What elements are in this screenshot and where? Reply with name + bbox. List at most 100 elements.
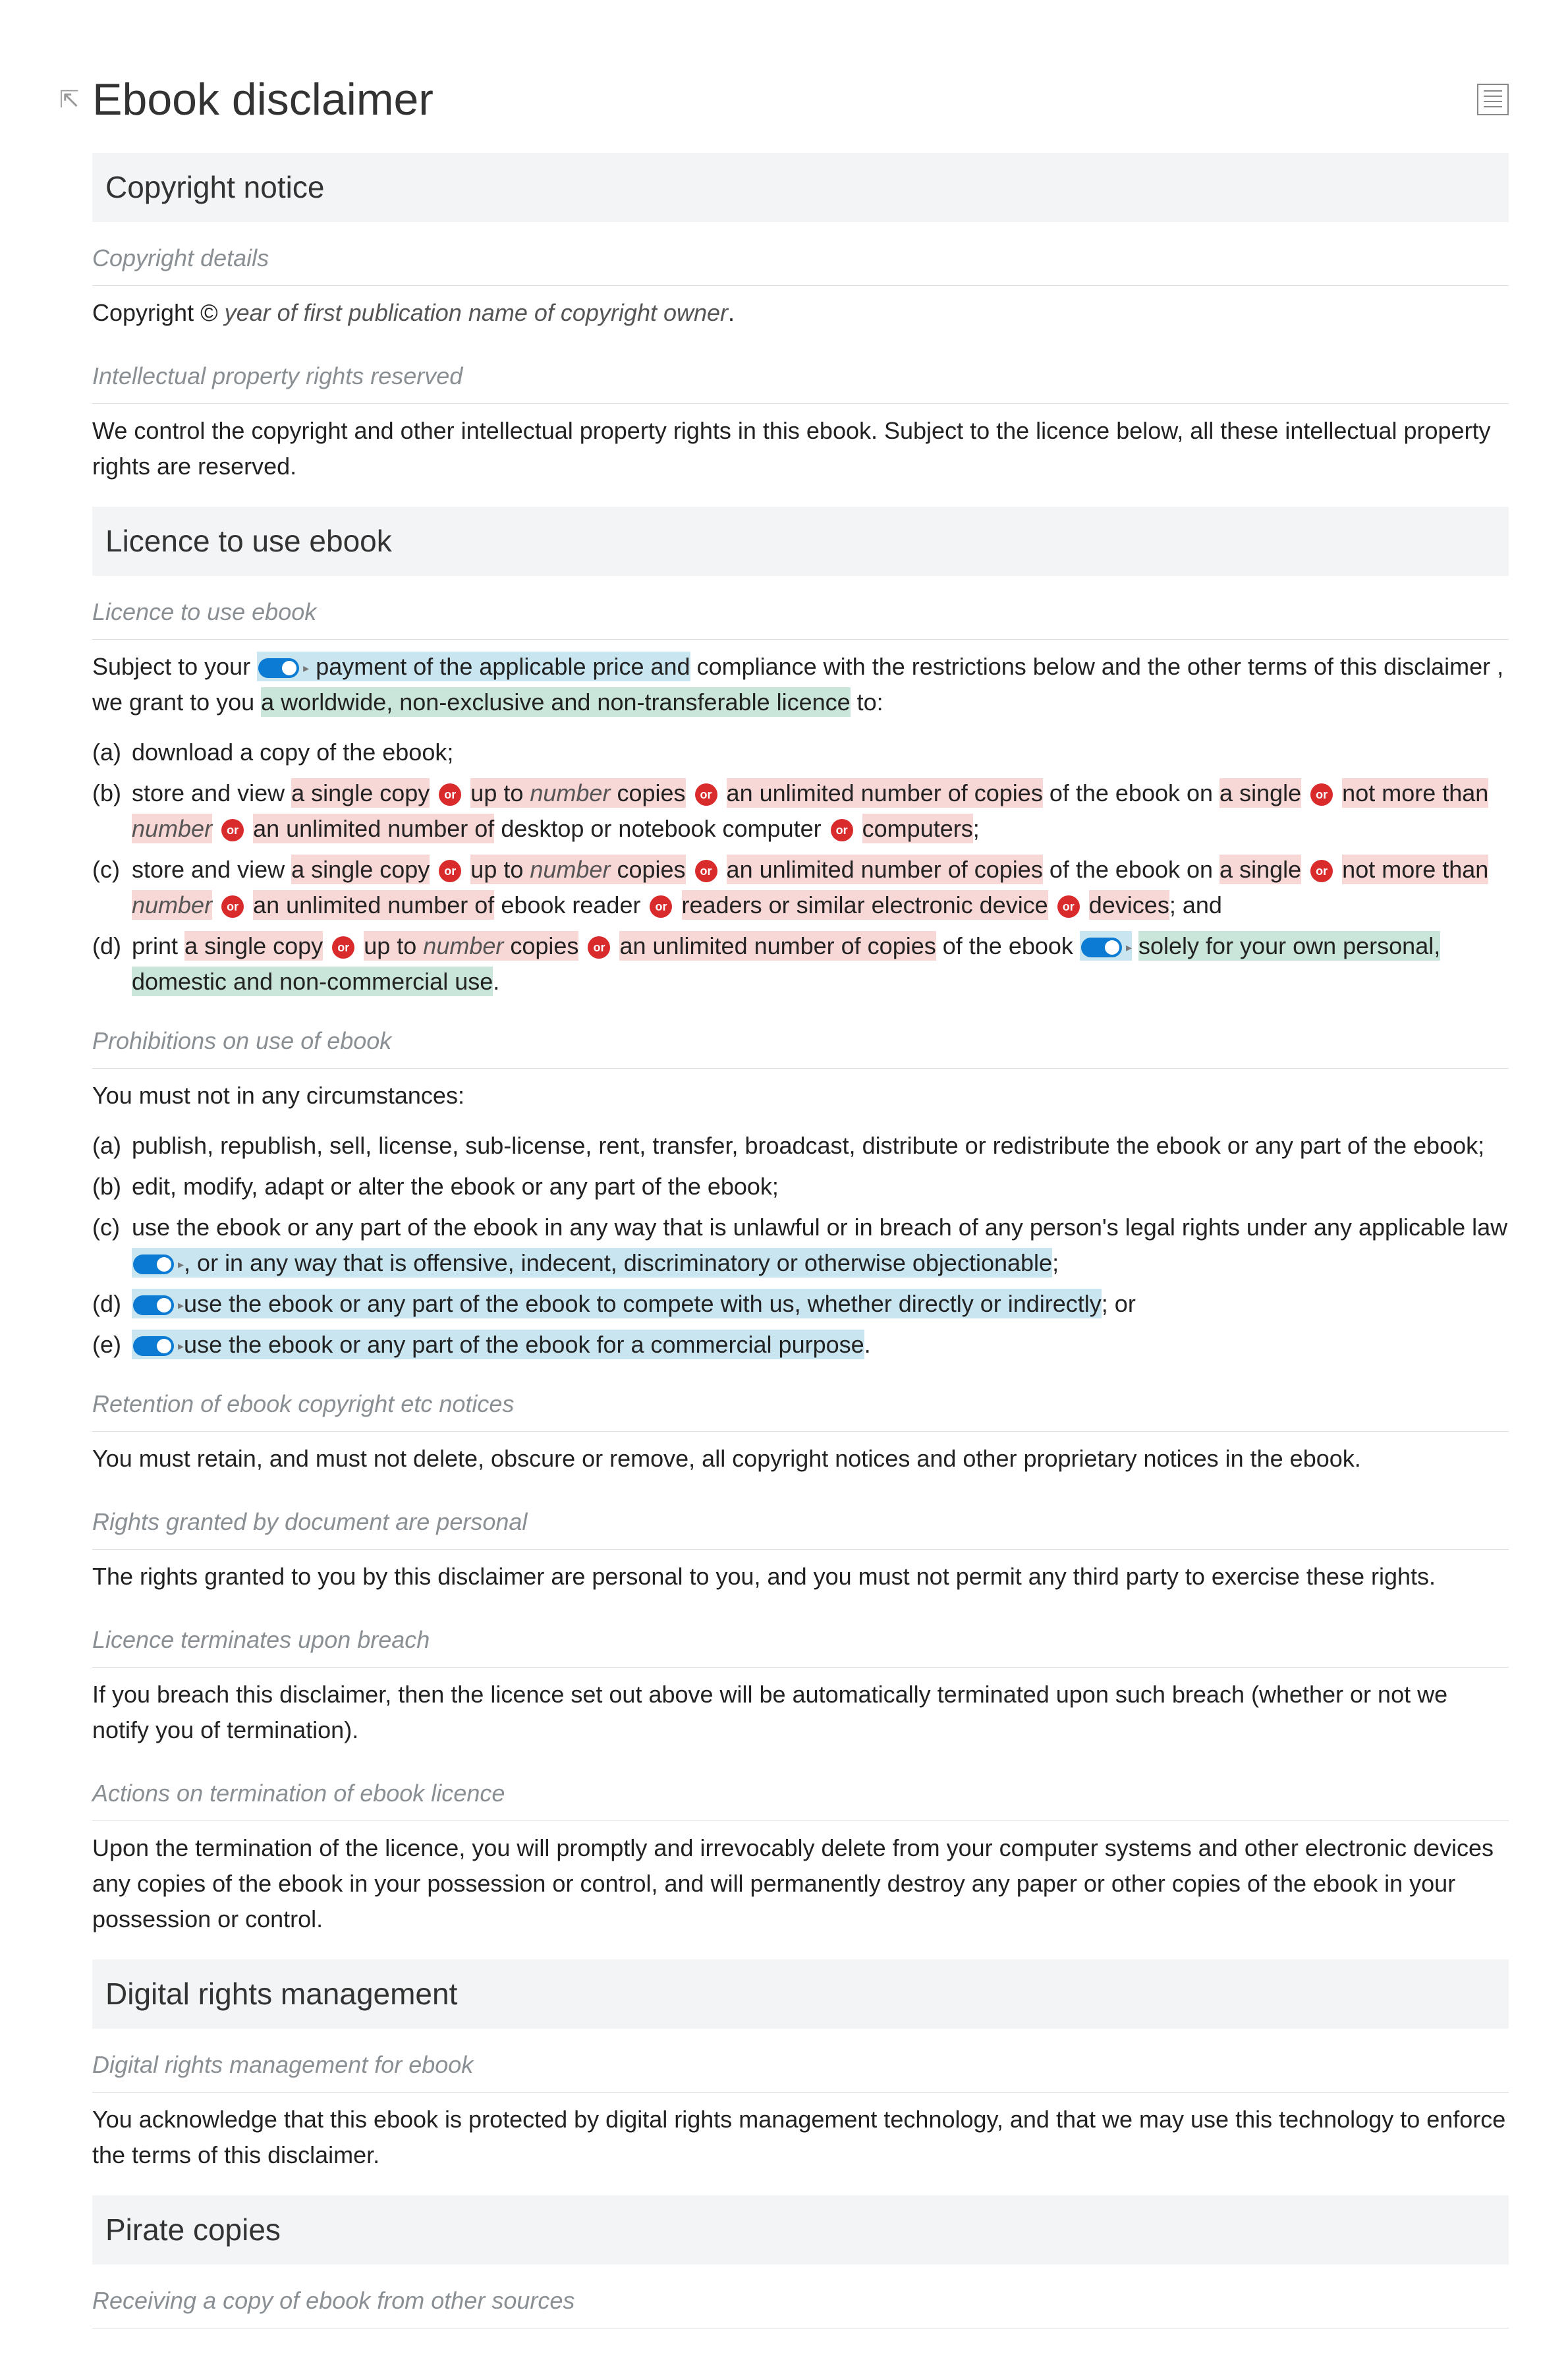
retention-text: You must retain, and must not delete, ob… bbox=[92, 1432, 1509, 1486]
text: up to bbox=[470, 856, 530, 883]
text: ; bbox=[1052, 1249, 1059, 1276]
chevron-right-icon: ▸ bbox=[303, 662, 309, 675]
number-placeholder[interactable]: number bbox=[132, 891, 212, 918]
number-placeholder[interactable]: number bbox=[530, 856, 610, 883]
opt-unlimited-of: an unlimited number of bbox=[253, 814, 494, 843]
copyright-prefix: Copyright © bbox=[92, 299, 225, 326]
text: copies bbox=[610, 779, 685, 806]
licence-c: store and view a single copy or up to nu… bbox=[132, 852, 1509, 923]
licence-b: store and view a single copy or up to nu… bbox=[132, 775, 1509, 847]
page-title: Ebook disclaimer bbox=[92, 66, 434, 133]
subsection-drm: Digital rights management for ebook bbox=[92, 2041, 1509, 2093]
opt-computers: computers bbox=[862, 814, 973, 843]
or-badge[interactable]: or bbox=[695, 860, 717, 882]
licence-intro: Subject to your ▸ payment of the applica… bbox=[92, 640, 1509, 729]
text: not more than bbox=[1342, 856, 1488, 883]
or-badge[interactable]: or bbox=[1310, 860, 1333, 882]
list-item: (a) publish, republish, sell, license, s… bbox=[92, 1125, 1509, 1166]
list-marker: (a) bbox=[92, 1128, 132, 1164]
subsection-rights-personal: Rights granted by document are personal bbox=[92, 1498, 1509, 1550]
or-badge[interactable]: or bbox=[439, 860, 461, 882]
chevron-right-icon: ▸ bbox=[1126, 941, 1132, 954]
opt-unlimited: an unlimited number of copies bbox=[727, 855, 1043, 884]
number-placeholder[interactable]: number bbox=[132, 815, 212, 842]
subsection-ip-rights: Intellectual property rights reserved bbox=[92, 352, 1509, 404]
opt-single-copy: a single copy bbox=[291, 778, 430, 808]
number-placeholder[interactable]: number bbox=[423, 932, 503, 959]
title-left: ⇱ Ebook disclaimer bbox=[59, 66, 434, 133]
owner-placeholder[interactable]: name of copyright owner bbox=[468, 299, 728, 326]
subsection-licence-use: Licence to use ebook bbox=[92, 588, 1509, 640]
chevron-right-icon: ▸ bbox=[178, 1258, 184, 1271]
list-item: (b) store and view a single copy or up t… bbox=[92, 773, 1509, 849]
outline-icon[interactable] bbox=[1477, 84, 1509, 115]
subsection-terminate: Licence terminates upon breach bbox=[92, 1616, 1509, 1668]
toggle-switch[interactable] bbox=[1081, 938, 1122, 957]
section-header-drm: Digital rights management bbox=[92, 1959, 1509, 2029]
list-marker: (b) bbox=[92, 1169, 132, 1204]
opt-readers: readers or similar electronic device bbox=[682, 890, 1048, 920]
section-header-copyright: Copyright notice bbox=[92, 153, 1509, 222]
text: up to bbox=[470, 779, 530, 806]
prohib-b: edit, modify, adapt or alter the ebook o… bbox=[132, 1169, 1509, 1204]
or-badge[interactable]: or bbox=[332, 936, 354, 959]
opt-single-copy: a single copy bbox=[184, 931, 323, 961]
list-lines-icon bbox=[1484, 90, 1502, 109]
opt-upto: up to number copies bbox=[470, 778, 685, 808]
list-marker: (c) bbox=[92, 852, 132, 923]
toggle-switch[interactable] bbox=[258, 658, 299, 678]
opt-unlimited: an unlimited number of copies bbox=[619, 931, 936, 961]
prohibitions-list: (a) publish, republish, sell, license, s… bbox=[92, 1123, 1509, 1368]
subsection-retention: Retention of ebook copyright etc notices bbox=[92, 1380, 1509, 1432]
toggle-wrap: ▸use the ebook or any part of the ebook … bbox=[132, 1330, 864, 1359]
blue-clause: , or in any way that is offensive, indec… bbox=[184, 1249, 1052, 1276]
text: of the ebook on bbox=[1043, 856, 1219, 883]
or-badge[interactable]: or bbox=[695, 783, 717, 806]
toggle-knob bbox=[1105, 940, 1119, 955]
text: . bbox=[864, 1331, 871, 1358]
text: ebook reader bbox=[494, 891, 640, 918]
or-badge[interactable]: or bbox=[1310, 783, 1333, 806]
list-item: (b) edit, modify, adapt or alter the ebo… bbox=[92, 1166, 1509, 1207]
prohib-c: use the ebook or any part of the ebook i… bbox=[132, 1210, 1509, 1281]
subsection-prohibitions: Prohibitions on use of ebook bbox=[92, 1017, 1509, 1069]
external-link-icon[interactable]: ⇱ bbox=[59, 82, 79, 117]
number-placeholder[interactable]: number bbox=[530, 779, 610, 806]
list-marker: (a) bbox=[92, 735, 132, 770]
year-placeholder[interactable]: year of first publication bbox=[225, 299, 462, 326]
text: of the ebook bbox=[936, 932, 1073, 959]
opt-single-copy: a single copy bbox=[291, 855, 430, 884]
chevron-right-icon: ▸ bbox=[178, 1299, 184, 1312]
opt-unlimited-of: an unlimited number of bbox=[253, 890, 494, 920]
list-marker: (e) bbox=[92, 1327, 132, 1363]
list-item: (c) use the ebook or any part of the ebo… bbox=[92, 1207, 1509, 1283]
list-item: (d) print a single copy or up to number … bbox=[92, 926, 1509, 1002]
or-badge[interactable]: or bbox=[439, 783, 461, 806]
toggle-wrap: ▸use the ebook or any part of the ebook … bbox=[132, 1289, 1102, 1318]
text: not more than bbox=[1342, 779, 1488, 806]
subsection-actions: Actions on termination of ebook licence bbox=[92, 1769, 1509, 1821]
toggle-switch[interactable] bbox=[133, 1254, 174, 1274]
title-bar: ⇱ Ebook disclaimer bbox=[59, 66, 1509, 133]
list-marker: (d) bbox=[92, 928, 132, 1000]
text: use the ebook or any part of the ebook i… bbox=[132, 1214, 1507, 1241]
or-badge[interactable]: or bbox=[221, 819, 244, 841]
text: store and view bbox=[132, 856, 291, 883]
toggle-wrap: ▸ bbox=[1080, 931, 1132, 961]
or-badge[interactable]: or bbox=[650, 895, 672, 918]
text: copies bbox=[610, 856, 685, 883]
or-badge[interactable]: or bbox=[831, 819, 853, 841]
toggle-switch[interactable] bbox=[133, 1336, 174, 1356]
list-marker: (b) bbox=[92, 775, 132, 847]
or-badge[interactable]: or bbox=[221, 895, 244, 918]
opt-upto: up to number copies bbox=[470, 855, 685, 884]
toggle-switch[interactable] bbox=[133, 1295, 174, 1315]
or-badge[interactable]: or bbox=[588, 936, 610, 959]
section-header-licence: Licence to use ebook bbox=[92, 507, 1509, 576]
or-badge[interactable]: or bbox=[1057, 895, 1080, 918]
toggle-wrap: ▸ payment of the applicable price and bbox=[257, 652, 690, 681]
blue-clause: use the ebook or any part of the ebook f… bbox=[184, 1331, 864, 1358]
prohib-e: ▸use the ebook or any part of the ebook … bbox=[132, 1327, 1509, 1363]
text: desktop or notebook computer bbox=[494, 815, 821, 842]
subsection-pirate: Receiving a copy of ebook from other sou… bbox=[92, 2276, 1509, 2328]
